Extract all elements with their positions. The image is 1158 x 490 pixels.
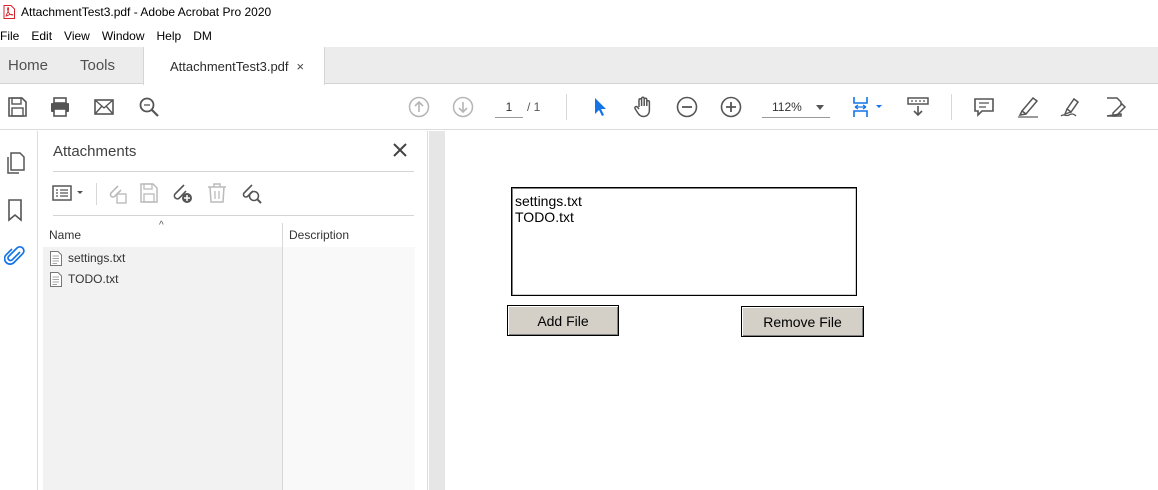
print-icon[interactable] — [48, 95, 72, 119]
sort-ascending-icon: ^ — [159, 220, 164, 231]
select-arrow-icon[interactable] — [588, 95, 612, 119]
description-column — [283, 247, 415, 490]
menu-bar: File Edit View Window Help DM — [0, 26, 224, 46]
column-header-description[interactable]: Description — [289, 223, 349, 247]
bookmark-icon[interactable] — [4, 198, 26, 222]
tab-home[interactable]: Home — [8, 47, 48, 84]
tab-bar: Home Tools AttachmentTest3.pdf × — [0, 47, 1158, 85]
email-icon[interactable] — [92, 95, 116, 119]
text-file-icon — [50, 271, 62, 287]
attachments-list: settings.txt TODO.txt — [43, 247, 282, 490]
window-title: AttachmentTest3.pdf - Adobe Acrobat Pro … — [21, 5, 272, 19]
listbox-option[interactable]: TODO.txt — [515, 209, 853, 225]
toolbar-divider — [951, 94, 952, 120]
search-attachment-icon[interactable] — [239, 181, 263, 205]
tab-document-label: AttachmentTest3.pdf — [170, 58, 289, 74]
acrobat-pdf-icon — [3, 5, 15, 19]
next-page-icon[interactable] — [451, 95, 475, 119]
add-file-button[interactable]: Add File — [507, 305, 619, 336]
delete-icon[interactable] — [205, 181, 229, 205]
menu-window[interactable]: Window — [102, 29, 151, 43]
tab-document[interactable]: AttachmentTest3.pdf × — [143, 47, 325, 85]
scroll-mode-icon[interactable] — [906, 95, 930, 119]
toolbar-divider — [96, 183, 97, 205]
save-attachment-icon[interactable] — [137, 181, 161, 205]
zoom-level-select[interactable]: 112% — [762, 96, 830, 118]
menu-view[interactable]: View — [64, 29, 96, 43]
close-icon[interactable] — [390, 140, 410, 160]
menu-edit[interactable]: Edit — [31, 29, 58, 43]
panel-title: Attachments — [53, 143, 137, 160]
menu-dm[interactable]: DM — [193, 29, 218, 43]
search-icon[interactable] — [137, 95, 161, 119]
page-fit-icon[interactable] — [850, 95, 886, 119]
menu-help[interactable]: Help — [157, 29, 188, 43]
column-header-name[interactable]: Name — [49, 223, 81, 247]
file-name: TODO.txt — [68, 272, 119, 286]
list-item[interactable]: settings.txt — [50, 248, 125, 268]
attachment-icon[interactable] — [4, 244, 26, 268]
sign-icon[interactable] — [1059, 95, 1083, 119]
hand-icon[interactable] — [631, 95, 655, 119]
remove-file-button[interactable]: Remove File — [741, 306, 864, 337]
highlight-icon[interactable] — [1016, 95, 1040, 119]
chevron-down-icon — [816, 105, 824, 110]
panel-divider — [53, 171, 414, 172]
pages-icon[interactable] — [4, 151, 26, 175]
attachments-panel: Attachments ^ Name Description settings.… — [38, 131, 428, 490]
zoom-level-value: 112% — [772, 100, 802, 114]
comment-icon[interactable] — [972, 95, 996, 119]
tab-tools[interactable]: Tools — [80, 47, 115, 84]
zoom-out-icon[interactable] — [675, 95, 699, 119]
edit-pdf-icon[interactable] — [1103, 95, 1127, 119]
previous-page-icon[interactable] — [407, 95, 431, 119]
text-file-icon — [50, 250, 62, 266]
listbox-option[interactable]: settings.txt — [515, 193, 853, 209]
list-item[interactable]: TODO.txt — [50, 269, 118, 289]
attachments-listbox[interactable]: settings.txt TODO.txt — [511, 187, 857, 296]
page-number-input[interactable]: 1 — [495, 96, 523, 118]
navigation-rail — [0, 131, 38, 490]
title-bar: AttachmentTest3.pdf - Adobe Acrobat Pro … — [0, 0, 1158, 24]
zoom-in-icon[interactable] — [719, 95, 743, 119]
panel-divider — [53, 215, 414, 216]
main-toolbar: 1 / 1 112% — [0, 85, 1158, 130]
menu-file[interactable]: File — [0, 29, 25, 43]
document-view: settings.txt TODO.txt Add File Remove Fi… — [429, 131, 1158, 490]
open-file-icon[interactable] — [104, 181, 128, 205]
file-name: settings.txt — [68, 251, 126, 265]
options-menu-icon[interactable] — [51, 181, 87, 205]
page-total: / 1 — [527, 100, 541, 114]
add-attachment-icon[interactable] — [170, 181, 194, 205]
tab-close-icon[interactable]: × — [297, 59, 305, 74]
document-gutter — [429, 131, 445, 490]
toolbar-divider — [566, 94, 567, 120]
save-icon[interactable] — [5, 95, 29, 119]
